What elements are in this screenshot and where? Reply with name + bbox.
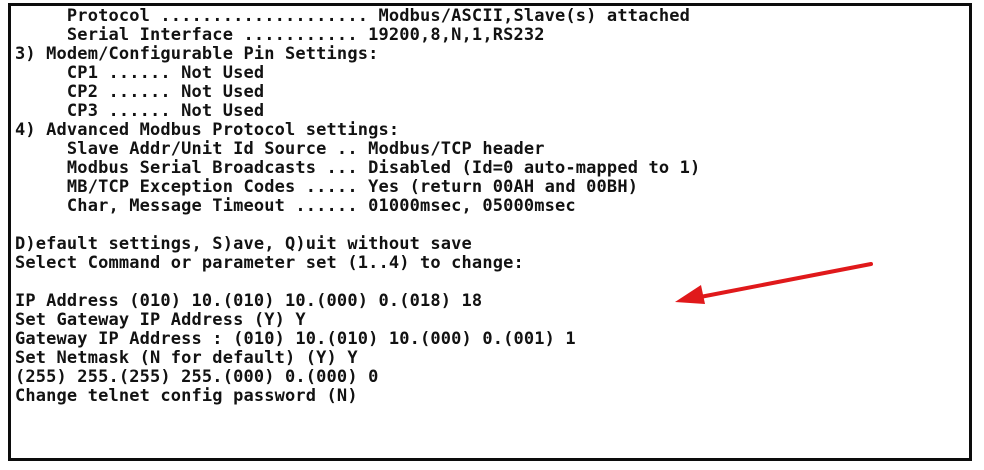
gateway-ip-line: Gateway IP Address : (010) 10.(010) 10.(… <box>15 329 576 349</box>
ip-address-line: IP Address (010) 10.(010) 10.(000) 0.(01… <box>15 291 483 311</box>
exception-codes-line: MB/TCP Exception Codes ..... Yes (return… <box>15 177 639 197</box>
command-prompt-line[interactable]: Select Command or parameter set (1..4) t… <box>15 254 524 273</box>
serial-broadcasts-line: Modbus Serial Broadcasts ... Disabled (I… <box>15 158 701 178</box>
telnet-console-window: Protocol .................... Modbus/ASC… <box>8 3 972 461</box>
message-timeout-line: Char, Message Timeout ...... 01000msec, … <box>15 196 576 216</box>
protocol-line: Protocol .................... Modbus/ASC… <box>15 6 691 26</box>
netmask-value-line: (255) 255.(255) 255.(000) 0.(000) 0 <box>15 367 379 387</box>
slave-addr-source-line: Slave Addr/Unit Id Source .. Modbus/TCP … <box>15 139 545 159</box>
cp1-line: CP1 ...... Not Used <box>15 63 265 83</box>
cp3-line: CP3 ...... Not Used <box>15 101 265 121</box>
command-menu-line: D)efault settings, S)ave, Q)uit without … <box>15 234 472 254</box>
serial-interface-line: Serial Interface ........... 19200,8,N,1… <box>15 25 545 45</box>
advanced-modbus-heading: 4) Advanced Modbus Protocol settings: <box>15 120 400 140</box>
set-netmask-line: Set Netmask (N for default) (Y) Y <box>15 348 358 368</box>
modem-pin-settings-heading: 3) Modem/Configurable Pin Settings: <box>15 44 379 64</box>
telnet-password-line[interactable]: Change telnet config password (N) <box>15 387 358 406</box>
red-arrow-icon <box>675 262 873 304</box>
cp2-line: CP2 ...... Not Used <box>15 82 265 102</box>
set-gateway-line: Set Gateway IP Address (Y) Y <box>15 310 306 330</box>
